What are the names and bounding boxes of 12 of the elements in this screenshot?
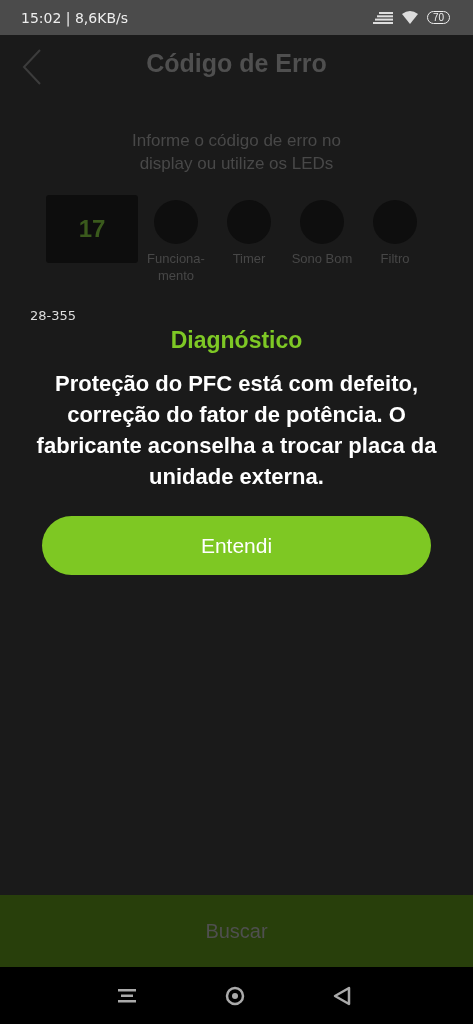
home-icon[interactable] <box>224 985 245 1006</box>
back-icon[interactable] <box>333 985 351 1006</box>
dialog-title: Diagnóstico <box>170 327 303 354</box>
code-display: 17 <box>46 195 138 263</box>
menu-icon[interactable] <box>118 988 136 1003</box>
confirm-button[interactable]: Entendi <box>42 516 431 575</box>
error-code: 28-355 <box>30 308 77 323</box>
wifi-icon <box>401 11 418 24</box>
status-text: 15:02 | 8,6KB/s <box>21 9 129 26</box>
diagnostic-message: Proteção do PFC está com defeito, correção do fator de potência. O fabricante aconselha a trocar placa da unidade externa. <box>36 370 437 491</box>
search-button[interactable]: Buscar <box>0 895 473 967</box>
signal-icon <box>372 11 393 24</box>
